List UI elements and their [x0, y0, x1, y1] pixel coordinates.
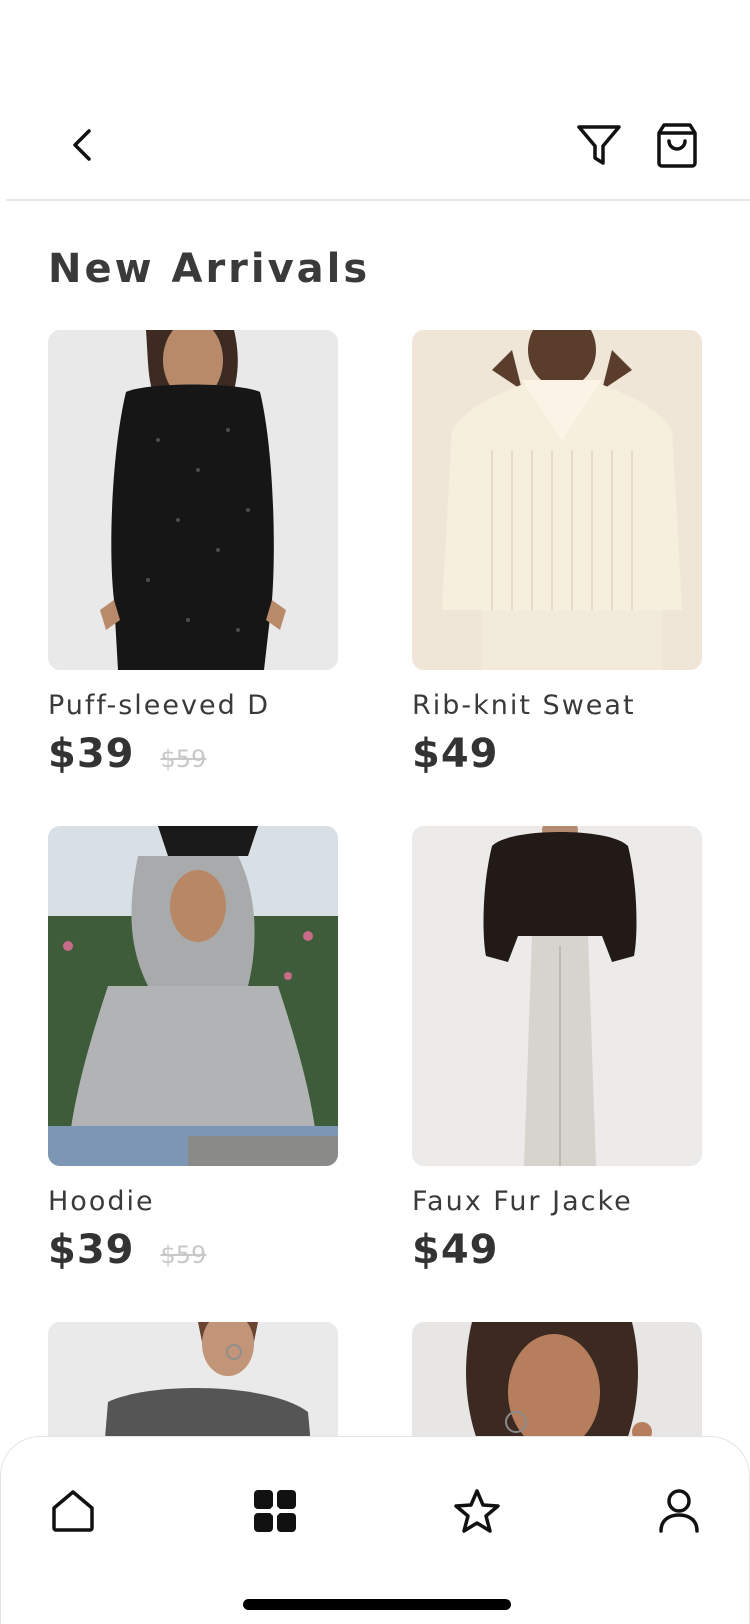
- home-indicator: [243, 1599, 511, 1610]
- price-row: $49: [412, 731, 702, 777]
- product-price: $39: [48, 731, 135, 777]
- product-name: Rib-knit Sweat: [412, 690, 636, 721]
- product-name: Puff-sleeved D: [48, 690, 271, 721]
- product-card[interactable]: Rib-knit Sweat $49: [412, 330, 702, 777]
- product-price: $49: [412, 1227, 499, 1273]
- grid-icon: [254, 1490, 296, 1532]
- nav-profile[interactable]: [649, 1481, 709, 1541]
- price-row: $39 $59: [48, 1227, 338, 1273]
- product-old-price: $59: [160, 745, 207, 773]
- star-icon: [454, 1489, 500, 1533]
- nav-favorites[interactable]: [447, 1481, 507, 1541]
- product-image: [48, 330, 338, 670]
- product-card[interactable]: Faux Fur Jacke $49: [412, 826, 702, 1273]
- filter-button[interactable]: [574, 118, 624, 172]
- product-old-price: $59: [160, 1241, 207, 1269]
- product-card[interactable]: Hoodie $39 $59: [48, 826, 338, 1273]
- product-name: Hoodie: [48, 1186, 155, 1217]
- page-title: New Arrivals: [48, 246, 371, 292]
- shopping-bag-icon: [657, 123, 697, 168]
- bottom-nav: [0, 1436, 750, 1624]
- chevron-left-icon: [73, 129, 91, 161]
- product-card[interactable]: Puff-sleeved D $39 $59: [48, 330, 338, 777]
- price-row: $39 $59: [48, 731, 338, 777]
- top-bar: [0, 0, 750, 201]
- user-icon: [659, 1489, 699, 1533]
- product-name: Faux Fur Jacke: [412, 1186, 633, 1217]
- product-image: [48, 826, 338, 1166]
- nav-home[interactable]: [43, 1481, 103, 1541]
- product-image: [412, 330, 702, 670]
- product-price: $39: [48, 1227, 135, 1273]
- shopping-bag-button[interactable]: [652, 118, 702, 172]
- back-button[interactable]: [62, 120, 102, 170]
- product-image: [412, 826, 702, 1166]
- product-price: $49: [412, 731, 499, 777]
- nav-categories[interactable]: [245, 1481, 305, 1541]
- price-row: $49: [412, 1227, 702, 1273]
- filter-icon: [577, 125, 621, 165]
- header-divider: [6, 199, 750, 201]
- home-icon: [52, 1490, 94, 1532]
